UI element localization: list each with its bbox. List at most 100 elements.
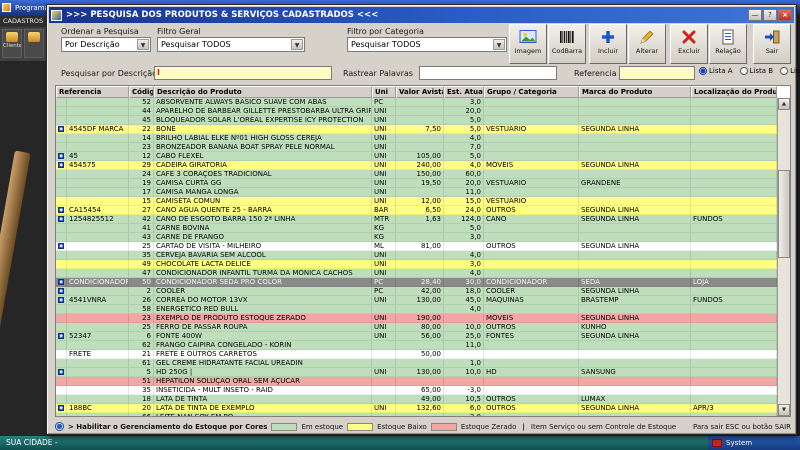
cell-est-atual: 24,0 bbox=[444, 206, 484, 215]
cell-referencia: 45 bbox=[67, 152, 129, 161]
header-descricao[interactable]: Descrição do Produto bbox=[154, 86, 372, 98]
header-referencia[interactable]: Referencia bbox=[56, 86, 129, 98]
table-row[interactable]: 61 GEL CREME HIDRATANTE FACIAL UREADIN 1,0 bbox=[56, 359, 777, 368]
cell-grupo bbox=[484, 134, 579, 143]
cell-referencia: CONDICIONADOR bbox=[67, 278, 129, 287]
toggle-stock-colors-icon[interactable] bbox=[55, 422, 64, 431]
referencia-input[interactable] bbox=[619, 66, 695, 80]
report-icon bbox=[722, 29, 734, 45]
table-row[interactable]: 51 HEPATILON SOLUÇÃO ORAL SEM AÇUCAR bbox=[56, 377, 777, 386]
clientes-button[interactable]: Clientes bbox=[2, 29, 22, 58]
table-row[interactable]: 18 LATA DE TINTA 49,00 10,5 OUTROS LUMAX bbox=[56, 395, 777, 404]
codbarra-button[interactable]: CodBarra bbox=[548, 24, 586, 64]
wallpaper-pencil bbox=[0, 150, 31, 390]
table-row[interactable]: 52347 6 FONTE 400W UNI 56,00 25,0 FONTES SEGUND… bbox=[56, 332, 777, 341]
table-row[interactable]: 5 HD 250G | UNI 130,00 10,0 HD SANSUNG bbox=[56, 368, 777, 377]
table-row[interactable]: 25 FERRO DE PASSAR ROUPA UNI 80,00 10,0 OUTRO… bbox=[56, 323, 777, 332]
minimize-button[interactable]: — bbox=[748, 9, 762, 21]
cell-uni: ML bbox=[372, 242, 396, 251]
status-red-button[interactable] bbox=[712, 439, 722, 447]
cell-descricao: CAFE 3 CORAÇÕES TRADICIONAL bbox=[154, 170, 372, 179]
header-valor-avista[interactable]: Valor Avista bbox=[396, 86, 444, 98]
filtro-categoria-combobox[interactable]: Pesquisar TODOS ▼ bbox=[347, 37, 507, 52]
products-table: Referencia Código Descrição do Produto U… bbox=[55, 85, 791, 417]
lista-radio-group: Lista A Lista B Lista C bbox=[699, 67, 800, 75]
chevron-down-icon[interactable]: ▼ bbox=[291, 39, 303, 50]
menu-item-cadastros[interactable]: CADASTROS bbox=[3, 17, 43, 25]
cell-localizacao bbox=[691, 98, 777, 107]
header-uni[interactable]: Uni bbox=[372, 86, 396, 98]
filtro-geral-combobox[interactable]: Pesquisar TODOS ▼ bbox=[157, 37, 305, 52]
table-row[interactable]: 35 CERVEJA BAVARIA SEM ALCOOL UNI 4,0 bbox=[56, 251, 777, 260]
excluir-button[interactable]: Excluir bbox=[670, 24, 708, 64]
table-row[interactable]: 23 EXEMPLO DE PRODUTO ESTOQUE ZERADO UNI 19… bbox=[56, 314, 777, 323]
cell-image bbox=[56, 188, 67, 197]
close-button[interactable]: × bbox=[778, 9, 792, 21]
table-row[interactable]: 47 CONDICIONADOR INFANTIL TURMA DA MÔNICA… bbox=[56, 269, 777, 278]
table-row[interactable]: 58 ENERGÉTICO RED BULL 4,0 bbox=[56, 305, 777, 314]
scroll-up-icon[interactable]: ▲ bbox=[778, 98, 790, 110]
photo-icon bbox=[58, 279, 64, 285]
ordenar-combobox[interactable]: Por Descrição ▼ bbox=[61, 37, 151, 52]
table-row[interactable]: 62 FRANGO CAIPIRA CONGELADO - KORIN 11,0 bbox=[56, 341, 777, 350]
table-row[interactable]: 1254825512 42 CANO DE ESGOTO BARRA 150 2ª … bbox=[56, 215, 777, 224]
table-row[interactable]: 45 12 CABO FLEXEL UNI 105,00 5,0 bbox=[56, 152, 777, 161]
sair-button[interactable]: Sair bbox=[753, 24, 791, 64]
header-localizacao[interactable]: Localização do Produto bbox=[691, 86, 777, 98]
table-row[interactable]: 49 CHOCOLATE LACTA DELICE UNI 3,0 bbox=[56, 260, 777, 269]
table-row[interactable]: 23 BRONZEADOR BANANA BOAT SPRAY PELE NORM… bbox=[56, 143, 777, 152]
cell-est-atual bbox=[444, 314, 484, 323]
table-row[interactable]: 25 CARTAO DE VISITA - MILHEIRO ML 81,00 OUTR… bbox=[56, 242, 777, 251]
header-codigo[interactable]: Código bbox=[129, 86, 154, 98]
cell-valor-avista: 130,00 bbox=[396, 368, 444, 377]
chevron-down-icon[interactable]: ▼ bbox=[493, 39, 505, 50]
table-row[interactable]: 45 BLOQUEADOR SOLAR L'ORÉAL EXPERTISE ICY… bbox=[56, 116, 777, 125]
table-row[interactable]: CONDICIONADOR 50 CONDICIONADOR SEDA PRO CO… bbox=[56, 278, 777, 287]
table-row[interactable]: 19 CAMISA CURTA GG UNI 19,50 20,0 VESTUARIO GR… bbox=[56, 179, 777, 188]
header-grupo-categoria[interactable]: Grupo / Categoria bbox=[484, 86, 579, 98]
vertical-scrollbar[interactable]: ▲ ▼ bbox=[777, 98, 790, 416]
chevron-down-icon[interactable]: ▼ bbox=[137, 39, 149, 50]
radio-lista-c[interactable]: Lista C bbox=[780, 67, 800, 75]
table-row[interactable]: CA15454 27 CANO AGUA QUENTE 25 - BARRA BAR 6… bbox=[56, 206, 777, 215]
scrollbar-thumb[interactable] bbox=[778, 170, 790, 258]
table-row[interactable]: FRETE 21 FRETE E OUTROS CARRETOS 50,00 bbox=[56, 350, 777, 359]
imagem-button[interactable]: Imagem bbox=[509, 24, 547, 64]
rastrear-palavras-input[interactable] bbox=[419, 66, 557, 80]
table-row[interactable]: 43 CARNE DE FRANGO KG 3,0 bbox=[56, 233, 777, 242]
table-row[interactable]: 24 CAFE 3 CORAÇÕES TRADICIONAL UNI 150,00 60… bbox=[56, 170, 777, 179]
table-row[interactable]: 41 CARNE BOVINA KG 5,0 bbox=[56, 224, 777, 233]
table-row[interactable]: 15 CAMISETA COMUN UNI 12,00 15,0 VESTUARIO bbox=[56, 197, 777, 206]
alterar-button[interactable]: Alterar bbox=[628, 24, 666, 64]
ordenar-value: Por Descrição bbox=[65, 40, 120, 49]
incluir-button[interactable]: Incluir bbox=[589, 24, 627, 64]
table-row[interactable]: 4541VNRA 26 CORREA DO MOTOR 13VX UNI 130,00 4… bbox=[56, 296, 777, 305]
table-row[interactable]: 454575 29 CADEIRA GIRATORIA UNI 240,00 4,0 MÓV… bbox=[56, 161, 777, 170]
cell-image bbox=[56, 197, 67, 206]
radio-lista-b[interactable]: Lista B bbox=[739, 67, 773, 75]
table-row[interactable]: 2 COOLER PC 42,00 18,0 COOLER SEGUNDA LINHA bbox=[56, 287, 777, 296]
table-row[interactable]: 35 INSETICIDA - MULT INSETO - RAID 65,00 -3… bbox=[56, 386, 777, 395]
header-marca[interactable]: Marca do Produto bbox=[579, 86, 691, 98]
help-button[interactable]: ? bbox=[763, 9, 777, 21]
radio-lista-a[interactable]: Lista A bbox=[699, 67, 733, 75]
pesquisar-descricao-input[interactable]: I bbox=[154, 66, 332, 80]
cell-localizacao bbox=[691, 161, 777, 170]
table-row[interactable]: 66LEITE NAN SOY EM PO 3,0 bbox=[56, 413, 777, 416]
cell-image bbox=[56, 98, 67, 107]
table-row[interactable]: 188BC 20 LATA DE TINTA DE EXEMPLO UNI 132,60… bbox=[56, 404, 777, 413]
relacao-button[interactable]: Relação bbox=[709, 24, 747, 64]
cell-localizacao bbox=[691, 143, 777, 152]
cell-grupo: OUTROS bbox=[484, 242, 579, 251]
table-row[interactable]: 52 ABSORVENTE ALWAYS BASICO SUAVE COM ABA… bbox=[56, 98, 777, 107]
tool-icon bbox=[28, 32, 40, 42]
dialog-titlebar[interactable]: >>> PESQUISA DOS PRODUTOS & SERVIÇOS CAD… bbox=[49, 7, 794, 23]
table-row[interactable]: 17 CAMISA MANGA LONGA UNI 11,0 bbox=[56, 188, 777, 197]
table-row[interactable]: 4545DF MARCA 22 BONE UNI 7,50 5,0 VESTUARIO SEG… bbox=[56, 125, 777, 134]
table-row[interactable]: 44 APARELHO DE BARBEAR GILLETTE PRESTOBAR… bbox=[56, 107, 777, 116]
scroll-down-icon[interactable]: ▼ bbox=[778, 404, 790, 416]
cell-grupo bbox=[484, 305, 579, 314]
header-est-atual[interactable]: Est. Atual bbox=[444, 86, 484, 98]
background-tool-button[interactable] bbox=[24, 29, 44, 58]
table-row[interactable]: 14 BRILHO LABIAL ELKE Nº01 HIGH GLOSS CER… bbox=[56, 134, 777, 143]
